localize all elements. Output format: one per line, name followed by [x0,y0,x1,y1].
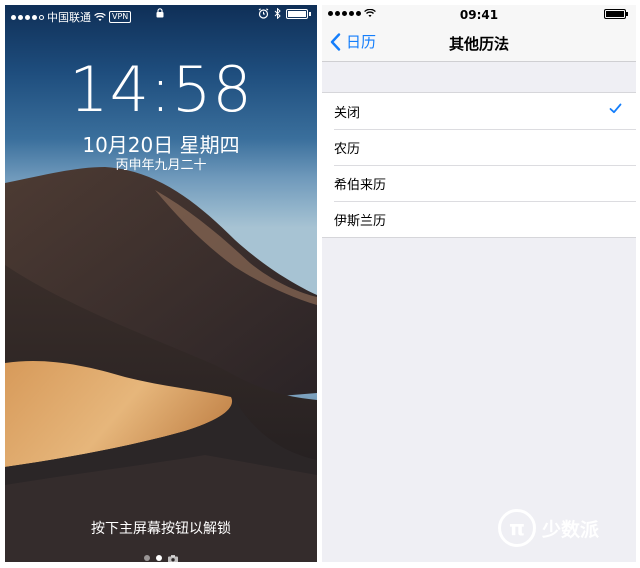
battery-icon [604,9,626,19]
carrier-name: 中国联通 [47,11,91,24]
lock-time: 14:58 [69,53,253,126]
vpn-badge: VPN [109,11,132,23]
lock-icon [156,8,164,21]
lunar-date: 丙申年九月二十 [115,158,207,173]
calendar-settings-screen: 09:41 日历 其他历法 关闭 农历 希伯来历 伊斯兰历 π 少数派 [322,5,636,562]
carrier-info: 中国联通 VPN [11,9,132,25]
page-indicator[interactable] [5,548,317,562]
bluetooth-icon [274,8,281,19]
lock-status-bar: 中国联通 VPN [5,5,317,25]
status-time: 09:41 [459,8,499,22]
lock-screen: 中国联通 VPN 14:58 10月20日 星期四 丙申年九月二十 按下主屏幕按… [5,5,317,562]
option-chinese-lunar[interactable]: 农历 [322,129,636,165]
page-dot-active[interactable] [156,554,162,561]
settings-status-bar: 09:41 [322,5,636,25]
watermark-text: 少数派 [542,518,600,541]
option-islamic[interactable]: 伊斯兰历 [322,201,636,237]
sspai-watermark: π 少数派 [498,509,599,547]
option-label: 伊斯兰历 [334,213,387,229]
option-hebrew[interactable]: 希伯来历 [322,165,636,201]
calendar-options-list: 关闭 农历 希伯来历 伊斯兰历 [322,92,636,238]
option-label: 农历 [334,141,361,157]
nav-bar: 日历 其他历法 [322,25,636,62]
signal-icon [11,14,44,20]
page-title: 其他历法 [448,35,509,53]
alarm-icon [258,8,269,19]
unlock-hint: 按下主屏幕按钮以解锁 [91,521,231,537]
battery-icon [286,8,308,19]
option-label: 希伯来历 [334,177,387,193]
option-off[interactable]: 关闭 [322,93,636,129]
camera-icon[interactable] [168,548,178,562]
pi-logo-icon: π [498,509,536,547]
wifi-icon [94,12,106,21]
page-dot[interactable] [144,554,150,561]
option-label: 关闭 [334,105,361,121]
checkmark-icon [609,103,622,114]
